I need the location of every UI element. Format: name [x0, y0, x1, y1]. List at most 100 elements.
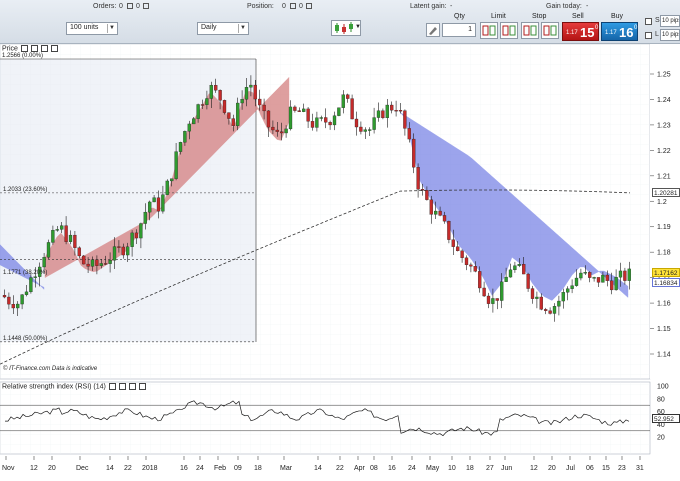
stop-button-2[interactable] — [541, 22, 559, 39]
buy-button[interactable]: 1.17 16 0 — [601, 22, 638, 41]
sell-price-pips: 15 — [580, 25, 595, 40]
orders-icon — [127, 3, 133, 9]
candle-body — [77, 247, 81, 257]
time-tick-label: Apr — [354, 465, 366, 472]
limit-label: Limit — [491, 13, 506, 20]
candle-body — [249, 84, 253, 88]
candle-body — [605, 274, 609, 281]
collapse-icon[interactable] — [108, 383, 116, 390]
price-tick-label: 1.22 — [657, 148, 671, 155]
time-tick-label: 24 — [408, 465, 416, 472]
candle-body — [2, 295, 7, 298]
position-icon — [290, 3, 296, 9]
gain-today-value: - — [586, 3, 589, 10]
stop-side-label: S — [655, 17, 660, 24]
position-label: Position: — [247, 3, 274, 10]
candle-body — [548, 310, 552, 314]
time-tick-label: 12 — [530, 465, 538, 472]
fib-382-label: 1.1771 (38.20%) — [3, 270, 48, 276]
time-tick-label: 20 — [48, 465, 56, 472]
candle-body — [614, 277, 618, 291]
data-credit: © IT-Finance.com Data is indicative — [3, 366, 98, 372]
price-chart[interactable]: 1.251.241.231.221.211.21.191.181.171.161… — [0, 43, 680, 479]
cloud-value-marker: 1.16834 — [652, 278, 680, 287]
candle-body — [350, 98, 354, 120]
time-tick-label: Dec — [76, 465, 89, 472]
chart-type-button[interactable]: ▼ — [331, 20, 361, 36]
ticket-button[interactable] — [426, 23, 440, 37]
limit-pips-input[interactable]: 10 pips — [660, 29, 680, 41]
settings-icon[interactable] — [128, 383, 136, 390]
stop-button[interactable] — [521, 22, 539, 39]
candle-body — [200, 104, 205, 106]
candle-body — [108, 260, 112, 264]
candle-body — [403, 110, 407, 129]
time-tick-label: 18 — [466, 465, 474, 472]
candle-body — [7, 296, 11, 305]
candle-body — [451, 239, 455, 247]
candle-body — [95, 259, 99, 266]
rsi-panel-label: Relative strength index (RSI) (14) — [2, 383, 106, 391]
position-icon-2 — [306, 3, 312, 9]
candle-body — [363, 129, 367, 132]
close-icon[interactable] — [138, 383, 146, 390]
candle-body — [227, 112, 231, 119]
chart-area[interactable]: 1.251.241.231.221.211.21.191.181.171.161… — [0, 43, 680, 479]
candle-body — [284, 128, 288, 134]
candle-body — [29, 277, 33, 293]
limit-side-label: L — [655, 31, 659, 38]
candle-body — [55, 229, 59, 231]
stop-side-checkbox[interactable] — [645, 18, 652, 25]
position-count-a: 0 — [282, 3, 286, 10]
units-select[interactable]: 100 units ▼ — [66, 22, 118, 35]
time-tick-label: Jun — [501, 465, 512, 472]
collapse-icon[interactable] — [20, 45, 28, 52]
candle-body — [187, 123, 191, 132]
qty-label: Qty — [454, 13, 465, 20]
candle-body — [390, 104, 394, 111]
candle-body — [262, 104, 266, 112]
candle-body — [570, 285, 574, 289]
limit-button-2[interactable] — [500, 22, 518, 39]
qty-input[interactable]: 1 — [442, 23, 476, 37]
candle-body — [557, 300, 561, 307]
close-icon[interactable] — [50, 45, 58, 52]
candle-body — [117, 246, 121, 248]
candle-body — [196, 104, 200, 119]
timeframe-select[interactable]: Daily ▼ — [197, 22, 249, 35]
time-tick-label: 12 — [30, 465, 38, 472]
settings-icon[interactable] — [40, 45, 48, 52]
time-tick-label: 23 — [618, 465, 626, 472]
fib-50-label: 1.1448 (50.00%) — [3, 336, 48, 342]
candle-body — [456, 246, 460, 252]
candle-body — [86, 263, 90, 267]
candle-body — [11, 304, 15, 309]
maximize-icon[interactable] — [30, 45, 38, 52]
candle-body — [522, 264, 526, 275]
last-price-marker: 1.17162 — [652, 268, 680, 277]
candle-body — [332, 115, 337, 126]
candle-body — [407, 128, 411, 140]
maximize-icon[interactable] — [118, 383, 126, 390]
candle-body — [302, 108, 306, 112]
candle-body — [275, 129, 279, 132]
candle-body — [46, 242, 51, 258]
time-tick-label: May — [426, 465, 440, 472]
time-tick-label: 16 — [180, 465, 188, 472]
candle-body — [240, 99, 244, 104]
limit-button[interactable] — [480, 22, 498, 39]
time-tick-label: 10 — [448, 465, 456, 472]
candle-body — [130, 232, 134, 247]
sell-button[interactable]: 1.17 15 0 — [562, 22, 599, 41]
price-tick-label: 1.18 — [657, 250, 671, 257]
candle-body — [508, 269, 513, 278]
buy-price-fraction: 0 — [634, 25, 638, 31]
rsi-panel-grid — [0, 382, 650, 454]
candle-body — [209, 85, 213, 99]
candle-body — [324, 117, 328, 123]
limit-icon — [482, 25, 496, 36]
candle-body — [222, 100, 227, 113]
limit-side-checkbox[interactable] — [645, 32, 652, 39]
chevron-down-icon: ▼ — [355, 24, 361, 30]
stop-pips-input[interactable]: 10 pips — [660, 15, 680, 27]
